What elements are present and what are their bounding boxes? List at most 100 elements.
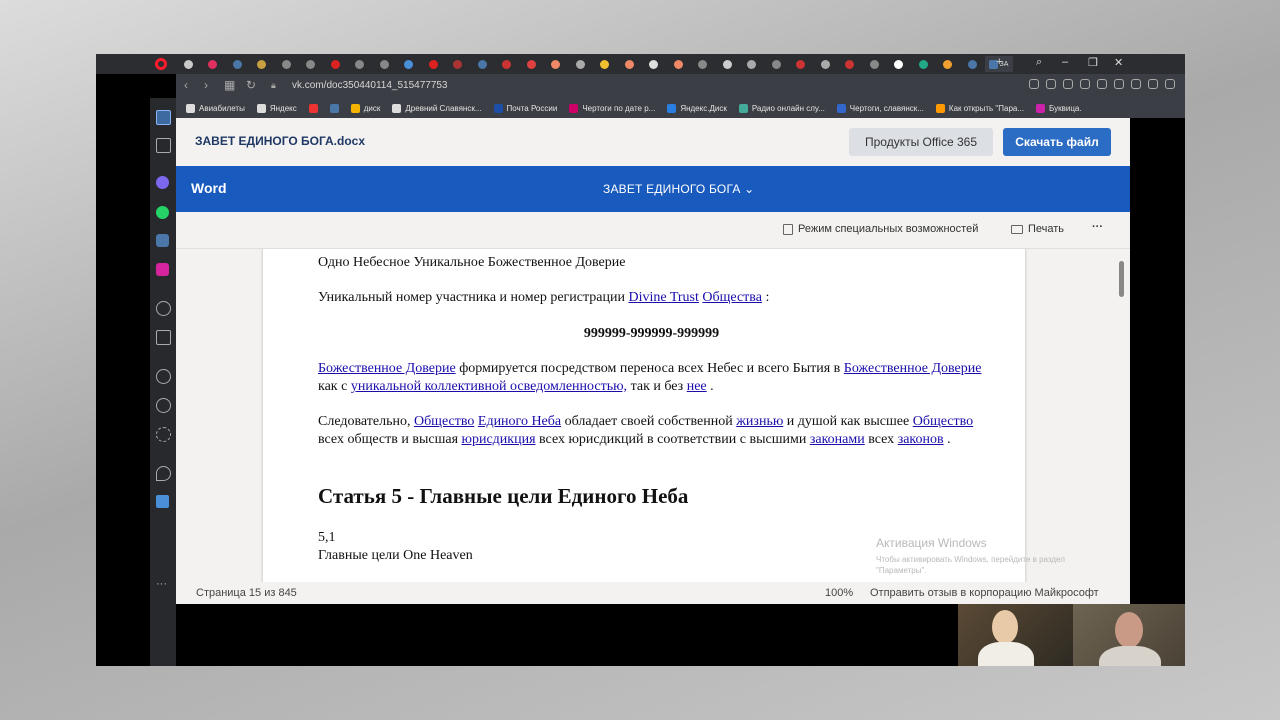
browser-tab[interactable]: [666, 56, 691, 72]
download-file-button[interactable]: Скачать файл: [1003, 128, 1111, 156]
browser-tab[interactable]: [642, 56, 667, 72]
link-divine-trust-ru[interactable]: Божественное Доверие: [318, 361, 456, 376]
search-tabs-icon[interactable]: ⌕: [1036, 56, 1042, 69]
shield-icon[interactable]: [1080, 79, 1090, 89]
browser-tab[interactable]: [176, 56, 201, 72]
browser-tab[interactable]: [201, 56, 226, 72]
instagram-icon[interactable]: [156, 263, 169, 276]
maximize-icon[interactable]: ❐: [1088, 56, 1098, 69]
browser-tab[interactable]: [764, 56, 789, 72]
browser-tab[interactable]: [225, 56, 250, 72]
bookmark-item[interactable]: Как открыть "Пара...: [935, 103, 1024, 113]
translate-icon[interactable]: [1046, 79, 1056, 89]
zoom-level[interactable]: 100%: [825, 587, 853, 599]
browser-tab[interactable]: [421, 56, 446, 72]
browser-tab[interactable]: [544, 56, 569, 72]
link-her[interactable]: нее: [687, 379, 707, 394]
bookmark-item[interactable]: Радио онлайн слу...: [738, 103, 825, 113]
cube-icon[interactable]: [1131, 79, 1141, 89]
bookmark-item[interactable]: диск: [350, 103, 380, 113]
back-icon[interactable]: ‹: [184, 78, 188, 92]
link-life[interactable]: жизнью: [736, 414, 783, 429]
more-options-button[interactable]: ···: [1092, 221, 1103, 233]
link-society-3[interactable]: Общество: [913, 414, 973, 429]
browser-tab[interactable]: [715, 56, 740, 72]
link-laws[interactable]: законами: [810, 432, 865, 447]
browser-tab[interactable]: [348, 56, 373, 72]
player-icon[interactable]: [156, 301, 171, 316]
bookmark-item[interactable]: Авиабилеты: [186, 103, 245, 113]
bookmark-item[interactable]: Чертоги по дате р...: [569, 103, 655, 113]
bookmark-item[interactable]: Чертоги, славянск...: [836, 103, 924, 113]
link-laws-2[interactable]: законов: [898, 432, 944, 447]
whatsapp-icon[interactable]: [156, 206, 169, 219]
browser-tab[interactable]: [740, 56, 765, 72]
reload-icon[interactable]: ↻: [246, 78, 256, 92]
url-field[interactable]: vk.com/doc350440114_515477753: [292, 80, 448, 91]
browser-tab[interactable]: [691, 56, 716, 72]
browser-tab[interactable]: [250, 56, 275, 72]
opera-logo-icon[interactable]: [155, 58, 167, 70]
browser-tab[interactable]: [519, 56, 544, 72]
link-jurisdiction[interactable]: юрисдикция: [462, 432, 536, 447]
sidebar-more-icon[interactable]: ···: [156, 578, 167, 590]
link-society[interactable]: Общества: [702, 290, 762, 305]
word-brand[interactable]: Word: [191, 180, 227, 196]
link-divine-trust-ru-2[interactable]: Божественное Доверие: [844, 361, 982, 376]
browser-tab[interactable]: [495, 56, 520, 72]
browser-tab[interactable]: [397, 56, 422, 72]
history-icon[interactable]: [156, 398, 171, 413]
bookmark-item[interactable]: [308, 103, 318, 113]
browser-tab[interactable]: [936, 56, 961, 72]
browser-tab[interactable]: [838, 56, 863, 72]
browser-tab[interactable]: [617, 56, 642, 72]
messenger-icon[interactable]: [156, 176, 169, 189]
send-icon[interactable]: [1097, 79, 1107, 89]
close-window-icon[interactable]: ✕: [1114, 56, 1123, 69]
browser-tab[interactable]: [274, 56, 299, 72]
browser-tab[interactable]: [960, 56, 985, 72]
document-viewport[interactable]: Одно Небесное Уникальное Божественное До…: [176, 249, 1130, 582]
browser-tab[interactable]: [323, 56, 348, 72]
print-button[interactable]: Печать: [1011, 223, 1064, 235]
new-tab-button[interactable]: +: [996, 56, 1002, 68]
speed-dial-icon[interactable]: ▦: [224, 78, 235, 92]
link-society-2[interactable]: Общество: [414, 414, 474, 429]
browser-tab[interactable]: [911, 56, 936, 72]
camera-icon[interactable]: [1063, 79, 1073, 89]
browser-tab[interactable]: [789, 56, 814, 72]
browser-tab[interactable]: [299, 56, 324, 72]
forward-icon[interactable]: ›: [204, 78, 208, 92]
minimize-icon[interactable]: –: [1062, 56, 1068, 68]
link-collective-awareness[interactable]: уникальной коллективной осведомленностью…: [351, 379, 627, 394]
extension-icon[interactable]: [156, 495, 169, 508]
bookmark-item[interactable]: Древний Славянск...: [392, 103, 482, 113]
feedback-link[interactable]: Отправить отзыв в корпорацию Майкрософт: [870, 587, 1099, 599]
browser-tab[interactable]: [372, 56, 397, 72]
send-sidebar-icon[interactable]: [156, 330, 171, 345]
link-one-heaven[interactable]: Единого Неба: [478, 414, 561, 429]
browser-tab[interactable]: [568, 56, 593, 72]
home-icon[interactable]: [156, 110, 171, 125]
bookmark-item[interactable]: Яндекс.Диск: [667, 103, 727, 113]
settings-gear-icon[interactable]: [156, 427, 171, 442]
vk-icon[interactable]: [156, 234, 169, 247]
bookmark-item[interactable]: Яндекс: [256, 103, 297, 113]
menu-icon[interactable]: [1165, 79, 1175, 89]
office-products-button[interactable]: Продукты Office 365: [849, 128, 993, 156]
accessibility-mode-button[interactable]: Режим специальных возможностей: [783, 223, 978, 235]
speed-dial-sidebar-icon[interactable]: [156, 138, 171, 153]
vertical-scrollbar[interactable]: [1119, 261, 1124, 297]
link-divine-trust[interactable]: Divine Trust: [628, 290, 698, 305]
heart-icon[interactable]: [1114, 79, 1124, 89]
bookmarks-heart-icon[interactable]: [156, 369, 171, 384]
browser-tab[interactable]: [813, 56, 838, 72]
bookmark-item[interactable]: Почта России: [493, 103, 557, 113]
bookmark-item[interactable]: Буквица.: [1036, 103, 1082, 113]
browser-tab[interactable]: [446, 56, 471, 72]
location-icon[interactable]: [156, 466, 171, 481]
browser-tab[interactable]: [593, 56, 618, 72]
browser-tab[interactable]: [470, 56, 495, 72]
download-icon[interactable]: [1148, 79, 1158, 89]
search-page-icon[interactable]: [1029, 79, 1039, 89]
